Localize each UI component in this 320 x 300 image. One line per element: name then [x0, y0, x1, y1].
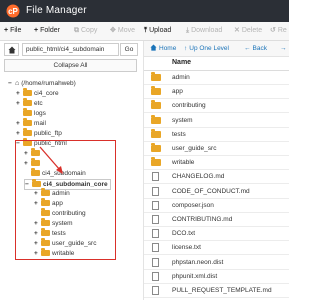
nav-label: Up One Level — [189, 45, 229, 52]
toolbar: + File + Folder ⧉ Copy ✥ Move ⤒ Upload ⤓ Downl… — [0, 22, 289, 41]
toolbar-label: File — [10, 27, 22, 34]
file-row[interactable]: composer.json — [144, 199, 289, 213]
toolbar-label: Download — [191, 27, 223, 34]
copy-button[interactable]: ⧉ Copy — [74, 25, 97, 37]
file-icon — [152, 271, 159, 281]
toolbar-label: Delete — [241, 27, 263, 34]
plus-icon: + — [4, 27, 9, 34]
restore-icon: ↺ — [270, 27, 276, 34]
upload-button[interactable]: ⤒ Upload — [144, 25, 171, 37]
file-icon — [152, 229, 159, 239]
file-name: app — [172, 88, 183, 96]
file-name: user_guide_src — [172, 145, 217, 152]
file-name: phpstan.neon.dist — [172, 258, 224, 266]
file-name: license.txt — [172, 244, 201, 252]
folder-icon — [151, 86, 161, 96]
file-name: phpunit.xml.dist — [172, 272, 218, 280]
file-row[interactable]: CODE_OF_CONDUCT.md — [144, 185, 289, 199]
upload-icon: ⤒ — [144, 27, 148, 34]
file-name: contributing — [172, 102, 206, 110]
file-name: PULL_REQUEST_TEMPLATE.md — [172, 287, 272, 294]
file-icon — [152, 243, 159, 253]
back-button[interactable]: ← Back — [244, 44, 267, 53]
home-nav-button[interactable]: Home — [150, 44, 176, 53]
move-button[interactable]: ✥ Move — [110, 25, 135, 37]
file-row[interactable]: DCO.txt — [144, 227, 289, 242]
copy-icon: ⧉ — [74, 27, 79, 34]
file-row[interactable]: CHANGELOG.md — [144, 170, 289, 185]
file-name: CHANGELOG.md — [172, 173, 225, 181]
column-header-name[interactable]: Name — [172, 59, 191, 66]
file-row[interactable]: admin — [144, 71, 289, 85]
toolbar-label: Upload — [149, 27, 172, 34]
file-row[interactable]: contributing — [144, 99, 289, 114]
file-name: CODE_OF_CONDUCT.md — [172, 187, 250, 195]
download-button[interactable]: ⤓ Download — [186, 25, 222, 37]
svg-text:cP: cP — [8, 7, 18, 16]
file-row[interactable]: writable — [144, 156, 289, 171]
toolbar-label: Move — [117, 27, 135, 34]
folder-icon — [151, 128, 161, 138]
toolbar-label: Folder — [40, 27, 60, 34]
plus-icon: + — [34, 27, 39, 34]
move-icon: ✥ — [110, 27, 116, 34]
file-row[interactable]: CONTRIBUTING.md — [144, 213, 289, 227]
annotation-arrow — [39, 146, 63, 174]
file-row[interactable]: tests — [144, 128, 289, 142]
nav-label: Home — [159, 45, 177, 52]
file-name: writable — [172, 159, 195, 167]
file-list-pane: Home ↑ Up One Level ← Back → Name admin app… — [143, 41, 289, 300]
folder-icon — [151, 157, 161, 167]
restore-button[interactable]: ↺ Re — [270, 25, 287, 37]
file-manager-app: cP File Manager + File + Folder ⧉ Copy ✥ Mov… — [0, 0, 289, 300]
file-icon — [152, 186, 159, 196]
file-name: CONTRIBUTING.md — [172, 216, 233, 223]
file-icon — [152, 200, 159, 210]
download-icon: ⤓ — [186, 27, 190, 34]
file-row[interactable]: user_guide_src — [144, 142, 289, 156]
file-row[interactable]: phpunit.xml.dist — [144, 270, 289, 284]
directory-tree-pane: Go Collapse All −⌂(/home/rumahweb)+ci4_c… — [0, 41, 143, 300]
file-name: admin — [172, 74, 190, 81]
folder-icon — [151, 114, 161, 124]
new-folder-button[interactable]: + Folder — [34, 25, 60, 37]
file-row[interactable]: app — [144, 85, 289, 100]
up-arrow-icon: ↑ — [184, 45, 188, 52]
file-name: tests — [172, 130, 186, 138]
navigation-bar: Home ↑ Up One Level ← Back → — [144, 41, 289, 57]
title-bar: cP File Manager — [0, 0, 289, 22]
home-icon — [150, 44, 157, 51]
file-icon — [152, 215, 159, 224]
page-title: File Manager — [26, 5, 87, 16]
file-row[interactable]: system — [144, 114, 289, 128]
file-icon — [152, 172, 159, 182]
file-icon — [152, 257, 159, 267]
back-arrow-icon: ← — [244, 45, 251, 52]
folder-icon — [151, 100, 161, 110]
file-list-header: Name — [144, 57, 289, 71]
cpanel-logo-icon: cP — [6, 4, 20, 18]
folder-icon — [151, 143, 161, 152]
up-one-level-button[interactable]: ↑ Up One Level — [184, 44, 229, 53]
toolbar-label: Re — [277, 27, 287, 34]
file-name: system — [172, 116, 193, 124]
file-name: DCO.txt — [172, 230, 196, 238]
delete-icon: ✕ — [234, 27, 240, 34]
file-row[interactable]: license.txt — [144, 241, 289, 256]
new-file-button[interactable]: + File — [4, 25, 21, 37]
toolbar-label: Copy — [81, 27, 98, 34]
folder-icon — [151, 72, 161, 81]
file-row[interactable]: PULL_REQUEST_TEMPLATE.md — [144, 284, 289, 298]
forward-button[interactable]: → — [280, 44, 287, 53]
forward-arrow-icon: → — [280, 45, 287, 52]
file-icon — [152, 286, 159, 295]
file-row[interactable]: phpstan.neon.dist — [144, 256, 289, 270]
delete-button[interactable]: ✕ Delete — [234, 25, 262, 37]
nav-label: Back — [252, 45, 267, 52]
file-name: composer.json — [172, 201, 214, 209]
